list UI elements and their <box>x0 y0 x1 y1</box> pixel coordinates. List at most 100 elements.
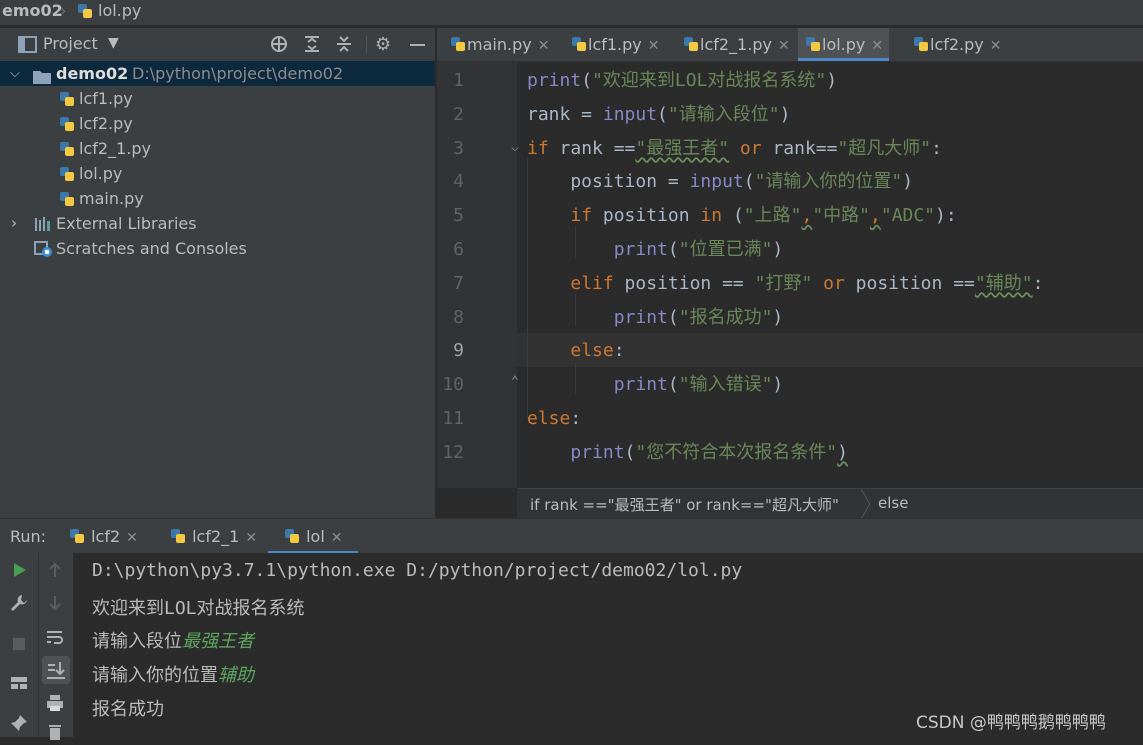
collapse-all-icon[interactable] <box>335 35 353 57</box>
chevron-down-icon[interactable]: ⌵ <box>10 61 20 86</box>
tree-root-demo02[interactable]: ⌵ demo02 D:\python\project\demo02 <box>0 61 435 86</box>
code-line: print("位置已满") <box>527 235 784 265</box>
navigation-bar: emo02 › lol.py <box>0 0 1143 26</box>
close-icon[interactable]: ✕ <box>331 530 343 546</box>
layout-icon[interactable] <box>9 673 33 697</box>
code-token: "上路" <box>743 205 802 227</box>
trash-icon[interactable] <box>45 721 69 745</box>
tree-file-lol[interactable]: lol.py <box>58 161 122 186</box>
code-token: or <box>739 137 762 159</box>
console-command: D:\python\py3.7.1\python.exe D:/python/p… <box>92 560 743 581</box>
close-icon[interactable]: ✕ <box>648 38 660 54</box>
code-editor[interactable]: print("欢迎来到LOL对战报名系统") rank = input ( "请输入段… <box>517 62 1143 488</box>
editor-breadcrumb-item[interactable]: else <box>878 494 908 512</box>
python-file-icon <box>60 192 74 206</box>
code-line: print("欢迎来到LOL对战报名系统") <box>527 66 837 96</box>
code-line: elif position == "打野" or position =="辅助"… <box>527 269 1043 299</box>
tab-main-py[interactable]: main.py ✕ <box>445 28 553 61</box>
code-token: print <box>570 441 625 463</box>
code-token: if <box>570 205 593 227</box>
minimize-icon[interactable] <box>410 44 425 46</box>
close-icon[interactable]: ✕ <box>871 38 883 54</box>
close-icon[interactable]: ✕ <box>245 530 257 546</box>
code-line: print("您不符合本次报名条件") <box>527 438 848 468</box>
code-token: "输入错误" <box>678 374 773 396</box>
code-token: elif <box>570 272 614 294</box>
code-token: ( <box>624 441 636 463</box>
code-token: "报名成功" <box>678 306 773 328</box>
run-tab-lcf2[interactable]: lcf2 ✕ <box>68 519 138 554</box>
code-token: else <box>527 408 571 429</box>
code-token: , <box>870 205 881 227</box>
code-token: input <box>602 103 658 125</box>
wrench-icon[interactable] <box>9 593 33 617</box>
code-token: : <box>1032 272 1044 294</box>
code-token: rank = <box>527 103 603 125</box>
scroll-to-end-icon[interactable] <box>42 656 70 684</box>
locate-icon[interactable] <box>270 35 288 57</box>
tab-label: lcf2_1.py <box>700 35 772 54</box>
tree-file-lcf2-1[interactable]: lcf2_1.py <box>58 136 151 161</box>
code-token: "中路" <box>812 205 871 227</box>
tab-lcf2-1-py[interactable]: lcf2_1.py ✕ <box>678 28 794 61</box>
tab-label: lcf1.py <box>588 35 642 54</box>
editor-breadcrumb-item[interactable]: if rank =="最强王者" or rank=="超凡大师" <box>530 494 839 515</box>
tree-file-lcf2[interactable]: lcf2.py <box>58 111 133 136</box>
tree-file-label: lcf2_1.py <box>79 139 151 158</box>
code-token: , <box>801 205 813 227</box>
line-number: 1 <box>453 70 464 91</box>
editor-breadcrumb: if rank =="最强王者" or rank=="超凡大师" else <box>517 488 1143 520</box>
arrow-down-icon[interactable] <box>45 593 69 617</box>
tab-lcf1-py[interactable]: lcf1.py ✕ <box>566 28 664 61</box>
run-tab-lcf2-1[interactable]: lcf2_1 ✕ <box>169 519 257 554</box>
chevron-right-icon[interactable]: › <box>11 211 17 236</box>
code-token: position = <box>527 171 690 193</box>
python-file-icon <box>60 117 74 131</box>
close-icon[interactable]: ✕ <box>538 38 550 54</box>
breadcrumb-project[interactable]: emo02 <box>2 0 63 25</box>
code-token: ) <box>902 171 914 193</box>
python-file-icon <box>285 529 299 543</box>
code-token: ) <box>772 306 784 328</box>
run-tab-label: lcf2 <box>91 527 121 546</box>
project-panel-title[interactable]: Project <box>43 34 98 53</box>
stop-icon[interactable] <box>9 634 33 658</box>
tree-scratches-label: Scratches and Consoles <box>56 239 247 258</box>
python-file-icon <box>70 529 84 543</box>
chevron-down-icon[interactable]: ▼ <box>108 35 119 51</box>
code-token: ( <box>667 374 679 396</box>
soft-wrap-icon[interactable] <box>45 627 69 651</box>
console-prompt: 请输入你的位置 <box>92 665 218 686</box>
tab-lol-py[interactable]: lol.py ✕ <box>798 28 890 61</box>
run-tab-label: lcf2_1 <box>192 527 240 546</box>
close-icon[interactable]: ✕ <box>990 38 1002 54</box>
console-prompt-line: 请输入段位最强王者 <box>92 627 254 653</box>
editor-tab-bar: main.py ✕ lcf1.py ✕ lcf2_1.py ✕ lol.py ✕ lcf… <box>437 28 1143 62</box>
code-line: print("输入错误") <box>527 370 784 400</box>
print-icon[interactable] <box>45 693 69 717</box>
code-token: "请输入段位" <box>667 103 780 125</box>
line-number: 3 <box>453 137 464 159</box>
code-token: "您不符合本次报名条件" <box>635 441 838 463</box>
expand-all-icon[interactable] <box>303 35 321 57</box>
breadcrumb-separator-icon: › <box>60 1 67 20</box>
run-toolbar-secondary <box>38 553 74 740</box>
console-prompt: 请输入段位 <box>92 631 182 652</box>
tree-file-lcf1[interactable]: lcf1.py <box>58 86 133 111</box>
run-tab-lol[interactable]: lol ✕ <box>268 519 358 554</box>
pin-icon[interactable] <box>9 713 33 737</box>
tab-lcf2-py[interactable]: lcf2.py ✕ <box>908 28 1006 61</box>
gear-icon[interactable]: ⚙ <box>375 34 391 55</box>
close-icon[interactable]: ✕ <box>778 38 790 54</box>
rerun-icon[interactable] <box>9 560 33 584</box>
code-token: if <box>527 137 549 159</box>
python-file-icon <box>60 92 74 106</box>
close-icon[interactable]: ✕ <box>126 530 138 546</box>
arrow-up-icon[interactable] <box>45 560 69 584</box>
run-console[interactable]: D:\python\py3.7.1\python.exe D:/python/p… <box>73 553 1143 737</box>
tree-file-main[interactable]: main.py <box>58 186 144 211</box>
breadcrumb-file[interactable]: lol.py <box>98 0 141 25</box>
tree-root-name: demo02 <box>56 64 129 83</box>
